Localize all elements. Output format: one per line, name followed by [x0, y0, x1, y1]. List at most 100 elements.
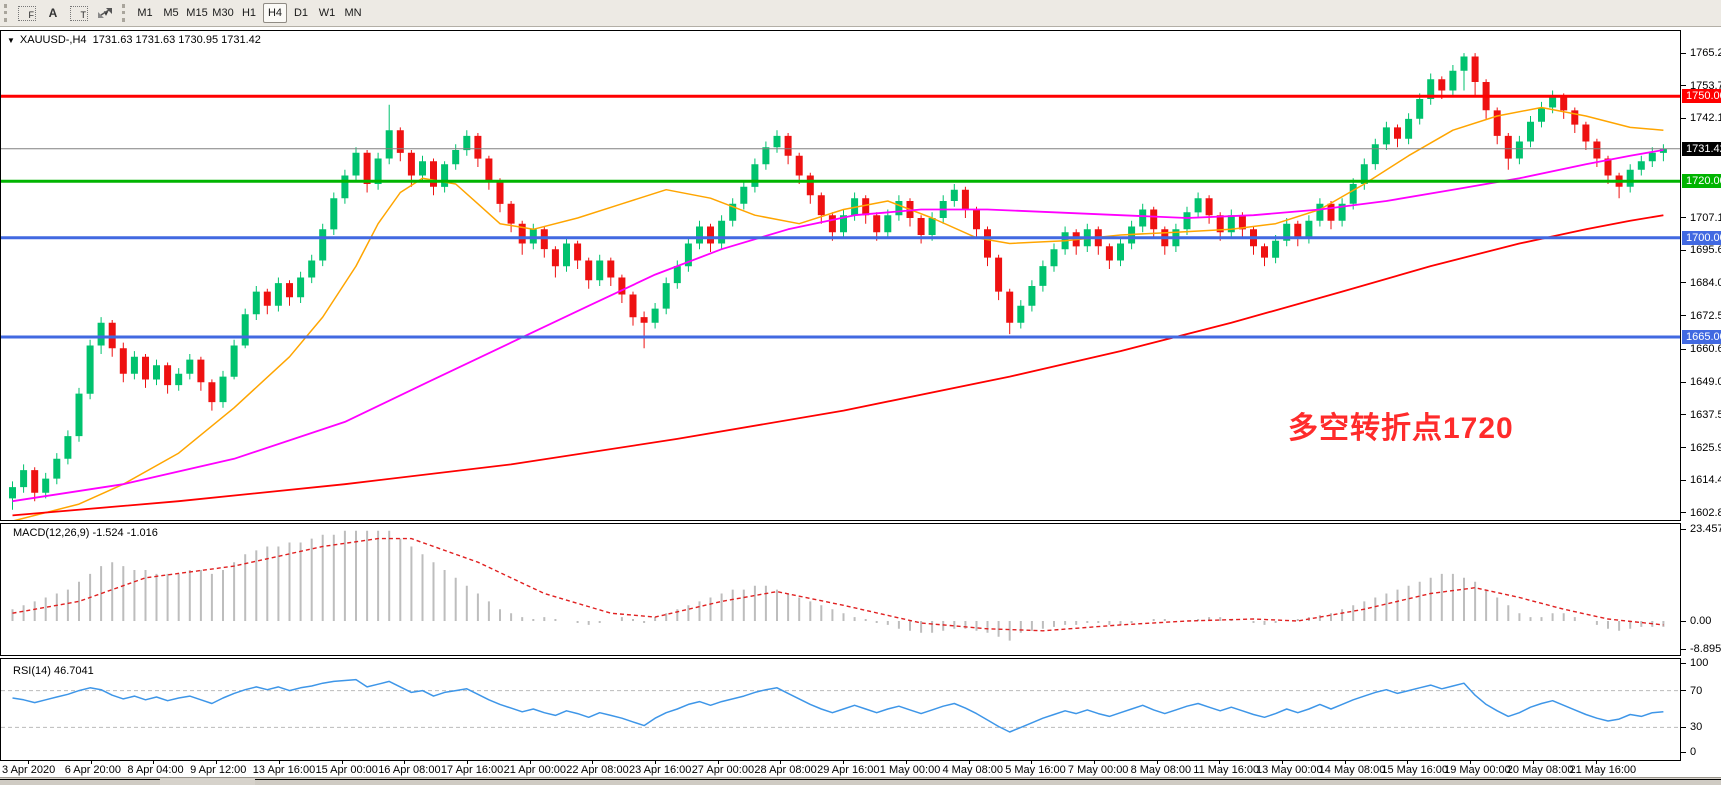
time-axis-tickmark: [1094, 760, 1095, 764]
timeframe-button-M15[interactable]: M15: [185, 3, 209, 23]
time-axis-tickmark: [467, 760, 468, 764]
time-axis-tickmark: [843, 760, 844, 764]
timeframe-button-W1[interactable]: W1: [315, 3, 339, 23]
timeframe-button-M1[interactable]: M1: [133, 3, 157, 23]
time-axis-label: 21 Apr 00:00: [504, 764, 566, 776]
timeframe-button-H1[interactable]: H1: [237, 3, 261, 23]
ma-line-red[interactable]: [13, 215, 1664, 515]
time-axis-label: 13 Apr 16:00: [253, 764, 315, 776]
time-axis-tickmark: [1031, 760, 1032, 764]
time-axis-label: 9 Apr 12:00: [190, 764, 246, 776]
price-axis-label: 1695.60: [1690, 244, 1721, 256]
macd-axis-label: 23.457: [1690, 523, 1721, 535]
time-axis-tickmark: [1219, 760, 1220, 764]
macd-signal-line: [13, 539, 1664, 631]
price-axis-tickmark: [1681, 447, 1686, 448]
time-axis-tickmark: [404, 760, 405, 764]
price-axis-label: 1765.25: [1690, 47, 1721, 59]
price-badge-1720.00: 1720.00: [1682, 174, 1721, 188]
time-axis-label: 19 May 00:00: [1444, 764, 1511, 776]
time-axis-label: 8 Apr 04:00: [127, 764, 183, 776]
price-axis-label: 1660.60: [1690, 343, 1721, 355]
rsi-axis-tickmark: [1681, 752, 1686, 753]
time-axis-tickmark: [969, 760, 970, 764]
time-axis-label: 17 Apr 16:00: [441, 764, 503, 776]
bottom-strip: [0, 778, 1721, 785]
toolbar: FAT ▾ M1M5M15M30H1H4D1W1MN: [0, 0, 1721, 27]
rsi-indicator-label: RSI(14) 46.7041: [13, 665, 94, 677]
text-box-tool-icon-glyph: T: [70, 6, 88, 21]
time-axis-tickmark: [906, 760, 907, 764]
price-axis-tickmark: [1681, 480, 1686, 481]
time-axis-tickmark: [279, 760, 280, 764]
time-axis-tickmark: [1157, 760, 1158, 764]
time-axis-tickmark: [530, 760, 531, 764]
macd-indicator-label: MACD(12,26,9) -1.524 -1.016: [13, 527, 158, 539]
time-axis-label: 8 May 08:00: [1131, 764, 1192, 776]
time-axis-tickmark: [1345, 760, 1346, 764]
time-axis-label: 6 Apr 20:00: [65, 764, 121, 776]
time-axis-tickmark: [1470, 760, 1471, 764]
price-axis-label: 1649.05: [1690, 376, 1721, 388]
macd-axis-tickmark: [1681, 621, 1686, 622]
drawing-tools-group: FAT ▾: [14, 3, 118, 23]
time-axis-label: 29 Apr 16:00: [817, 764, 879, 776]
frame-f-tool-icon[interactable]: F: [17, 3, 37, 23]
timeframe-button-M5[interactable]: M5: [159, 3, 183, 23]
collapse-triangle-icon[interactable]: ▼: [7, 36, 15, 45]
price-badge-1700.00: 1700.00: [1682, 231, 1721, 245]
bottom-tab-segment[interactable]: [0, 779, 160, 785]
toolbar-grip[interactable]: [4, 4, 7, 22]
toolbar-grip[interactable]: [122, 4, 125, 22]
chart-title: ▼XAUUSD-,H4 1731.63 1731.63 1730.95 1731…: [7, 34, 261, 46]
rsi-axis-tickmark: [1681, 727, 1686, 728]
timeframe-button-D1[interactable]: D1: [289, 3, 313, 23]
rsi-axis-tickmark: [1681, 690, 1686, 691]
price-axis-label: 1707.15: [1690, 212, 1721, 224]
time-axis-tickmark: [780, 760, 781, 764]
mt4-chart-window: FAT ▾ M1M5M15M30H1H4D1W1MN ▼XAUUSD-,H4 17…: [0, 0, 1721, 785]
bottom-tab-segment[interactable]: [255, 779, 1721, 785]
price-axis-label: 1614.40: [1690, 474, 1721, 486]
time-axis-label: 3 Apr 2020: [2, 764, 55, 776]
price-axis-tickmark: [1681, 118, 1686, 119]
macd-axis-tickmark: [1681, 649, 1686, 650]
price-badge-1750.00: 1750.00: [1682, 89, 1721, 103]
time-axis-label: 21 May 16:00: [1570, 764, 1637, 776]
price-axis-tickmark: [1681, 315, 1686, 316]
arrows-tool-icon[interactable]: ▾: [95, 3, 115, 23]
price-axis-label: 1672.50: [1690, 310, 1721, 322]
time-axis-tickmark: [91, 760, 92, 764]
price-axis-label: 1637.50: [1690, 409, 1721, 421]
time-axis-tickmark: [342, 760, 343, 764]
price-axis-label: 1742.15: [1690, 112, 1721, 124]
rsi-axis-label: 100: [1690, 657, 1708, 669]
rsi-axis-tickmark: [1681, 663, 1686, 664]
text-box-tool-icon[interactable]: T: [69, 3, 89, 23]
chart-ohlc-values: 1731.63 1731.63 1730.95 1731.42: [93, 34, 261, 46]
text-label-tool-icon[interactable]: A: [43, 3, 63, 23]
time-axis-tickmark: [1407, 760, 1408, 764]
timeframe-button-MN[interactable]: MN: [341, 3, 365, 23]
price-axis-tickmark: [1681, 85, 1686, 86]
price-axis-label: 1684.05: [1690, 277, 1721, 289]
time-axis-label: 20 May 08:00: [1507, 764, 1574, 776]
rsi-axis-label: 30: [1690, 721, 1702, 733]
price-axis-tickmark: [1681, 414, 1686, 415]
time-axis-label: 13 May 00:00: [1256, 764, 1323, 776]
time-axis-label: 14 May 08:00: [1319, 764, 1386, 776]
price-badge-1731.42: 1731.42: [1682, 142, 1721, 156]
arrows-glyph: [97, 6, 113, 20]
timeframe-button-M30[interactable]: M30: [211, 3, 235, 23]
macd-axis-tickmark: [1681, 529, 1686, 530]
time-axis-tickmark: [153, 760, 154, 764]
price-badge-1665.00: 1665.00: [1682, 330, 1721, 344]
timeframe-button-H4[interactable]: H4: [263, 3, 287, 23]
ma-line-magenta[interactable]: [13, 150, 1664, 501]
price-axis-tickmark: [1681, 217, 1686, 218]
time-axis-tickmark: [1282, 760, 1283, 764]
chart-text-annotation: 多空转折点1720: [1288, 403, 1514, 447]
time-axis-label: 22 Apr 08:00: [566, 764, 628, 776]
time-axis-label: 11 May 16:00: [1193, 764, 1259, 776]
ma-line-orange[interactable]: [13, 108, 1664, 521]
